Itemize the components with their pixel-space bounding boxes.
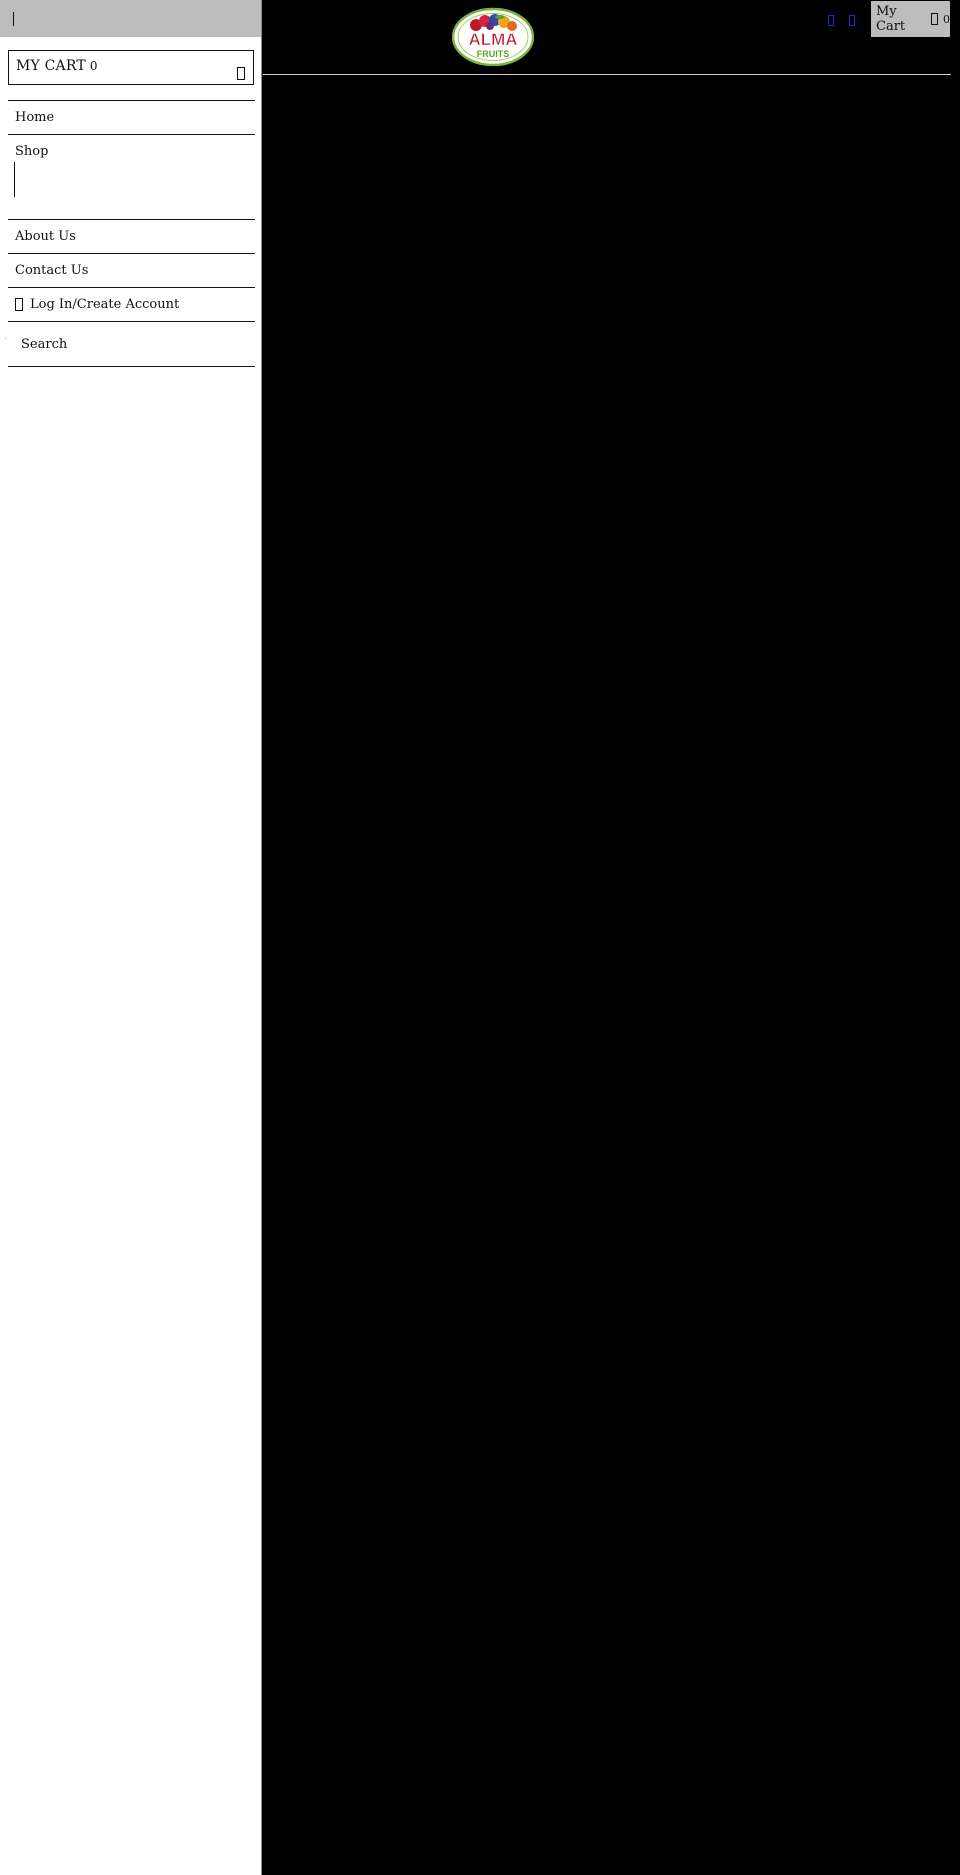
sidebar-item-label: About Us: [15, 229, 76, 244]
sidebar-drawer: MY CART 0 Home Shop About Us Contact Us L…: [0, 0, 262, 1875]
cart-icon: [237, 67, 245, 80]
sidebar-search[interactable]: Search: [5, 321, 255, 367]
sidebar-item-shop[interactable]: Shop: [8, 134, 255, 219]
sidebar-cart-button[interactable]: MY CART 0: [8, 50, 254, 85]
user-icon: [15, 298, 23, 311]
sidebar-item-contact[interactable]: Contact Us: [8, 253, 255, 287]
header-cart-label: My Cart: [876, 4, 906, 34]
close-icon[interactable]: [13, 12, 14, 26]
header-divider: [263, 74, 951, 75]
cart-icon: [931, 13, 938, 25]
sidebar-item-login[interactable]: Log In/Create Account: [8, 287, 255, 321]
search-icon[interactable]: [828, 15, 834, 26]
sidebar-item-label: Shop: [15, 144, 49, 159]
site-logo[interactable]: ALMA FRUITS: [451, 7, 535, 67]
user-icon[interactable]: [849, 15, 855, 26]
sidebar-topbar: [0, 0, 261, 37]
sidebar-item-label: Home: [15, 110, 55, 125]
header-cart-button[interactable]: My Cart 0: [871, 1, 950, 37]
header-cart-count: 0: [943, 12, 950, 26]
sidebar-cart-text: MY CART: [16, 58, 86, 74]
sidebar-item-label: Log In/Create Account: [30, 297, 180, 312]
sidebar-item-home[interactable]: Home: [8, 100, 255, 134]
submenu-indicator: [14, 162, 15, 197]
sidebar-cart-count: 0: [89, 59, 98, 73]
search-label: Search: [21, 336, 68, 352]
logo-graphic: ALMA FRUITS: [451, 7, 535, 67]
sidebar-nav: Home Shop About Us Contact Us Log In/Cre…: [5, 100, 255, 367]
sidebar-item-label: Contact Us: [15, 263, 89, 278]
logo-bottom-text: FRUITS: [477, 49, 510, 59]
sidebar-cart-label: MY CART 0: [16, 58, 98, 74]
logo-top-text: ALMA: [468, 30, 517, 49]
sidebar-item-about[interactable]: About Us: [8, 219, 255, 253]
